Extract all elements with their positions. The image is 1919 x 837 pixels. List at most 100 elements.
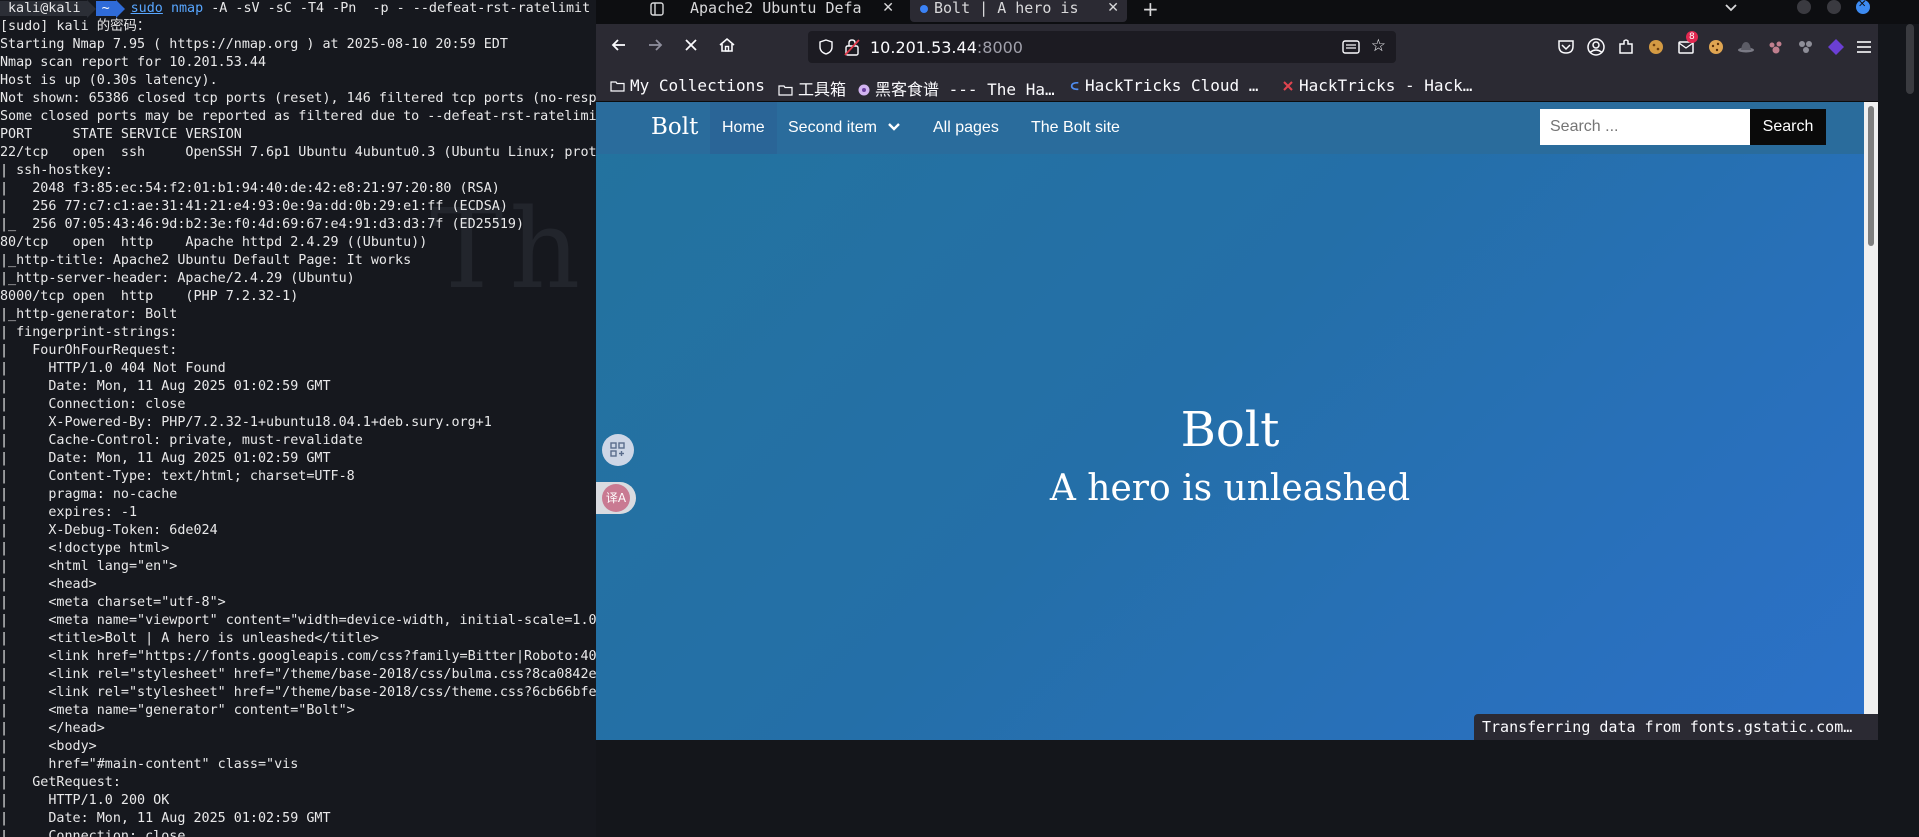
floating-translate-button[interactable]: 译A [596,482,636,514]
terminal-line: |_http-generator: Bolt [0,307,178,322]
home-button[interactable] [716,36,738,58]
pocket-icon[interactable] [1556,37,1576,57]
terminal-line: | GetRequest: [0,775,121,790]
command-args: -A -sV -sC -T4 -Pn -p - --defeat-rst-rat… [211,1,591,16]
tab-title: Bolt | A hero is [934,0,1079,17]
bookmark-hacktricks[interactable]: HackTricks - Hack… [1282,76,1472,95]
translate-icon: 译A [602,484,630,512]
spy-hat-icon[interactable] [1736,37,1756,57]
tab-list-button[interactable] [1724,0,1738,17]
site-navbar: Bolt Home Second item All pages The Bolt… [596,102,1864,154]
page-scrollbar-thumb[interactable] [1868,106,1874,246]
terminal-line: | fingerprint-strings: [0,325,178,340]
browser-navbar: 10.201.53.44:8000 ☆ 8 [596,24,1878,70]
cookie-extension-icon[interactable] [1646,37,1666,57]
terminal-line: | href="#main-content" class="vis [0,757,299,772]
bookmark-label: My Collections [630,76,765,95]
terminal-line: |_ 256 07:05:43:46:9d:b2:3e:f0:4d:69:67:… [0,217,525,232]
terminal-line: | Connection: close [0,397,186,412]
terminal-line: 8000/tcp open http (PHP 7.2.32-1) [0,289,299,304]
window-close-button[interactable] [1856,0,1870,14]
floating-apps-button[interactable] [596,434,636,466]
terminal-line: | Cache-Control: private, must-revalidat… [0,433,363,448]
terminal-line: Nmap scan report for 10.201.53.44 [0,55,267,70]
grid-plus-icon [602,434,634,466]
paw-extension-icon[interactable] [1766,37,1786,57]
cookie-editor-icon[interactable] [1706,37,1726,57]
terminal-line: 22/tcp open ssh OpenSSH 7.6p1 Ubuntu 4ub… [0,145,596,160]
bookmark-label: HackTricks Cloud … [1085,76,1259,95]
reader-view-icon[interactable] [1342,39,1360,55]
terminal-line: | X-Debug-Token: 6de024 [0,523,218,538]
terminal-line: | Date: Mon, 11 Aug 2025 01:02:59 GMT [0,811,331,826]
arrow-left-icon [611,39,625,51]
url-host: 10.201.53.44 [870,38,977,57]
site-search-button[interactable]: Search [1750,109,1826,145]
window-maximize-button[interactable] [1827,0,1841,14]
site-nav-second-item[interactable]: Second item [776,102,913,154]
notification-badge: 8 [1686,31,1698,43]
bookmark-label: 黑客食谱 --- The Ha… [875,80,1055,99]
url-port: :8000 [976,38,1023,57]
terminal-line: 80/tcp open http Apache httpd 2.4.29 ((U… [0,235,428,250]
terminal-line: | Content-Type: text/html; charset=UTF-8 [0,469,355,484]
new-tab-button[interactable]: + [1142,0,1159,21]
insecure-lock-icon[interactable] [844,38,860,56]
outer-scrollbar-thumb[interactable] [1906,24,1914,94]
bookmarks-toolbar: My Collections 工具箱 黑客食谱 --- The Ha… Hack… [596,70,1878,102]
page-scrollbar[interactable] [1864,102,1878,740]
close-icon[interactable]: ✕ [1107,0,1119,16]
terminal-line: | <link rel="stylesheet" href="/theme/ba… [0,667,596,682]
back-button[interactable] [608,36,630,58]
site-nav-bolt-site[interactable]: The Bolt site [1019,102,1132,154]
terminal-line: |_http-title: Apache2 Ubuntu Default Pag… [0,253,412,268]
terminal-line: | 2048 f3:85:ec:54:f2:01:b1:94:40:de:42:… [0,181,500,196]
prompt-dir: ~ [95,1,116,16]
terminal-output: [sudo] kali 的密码： Starting Nmap 7.95 ( htt… [0,18,596,837]
terminal-line: PORT STATE SERVICE VERSION [0,127,242,142]
terminal-line: | <head> [0,577,97,592]
folder-icon [610,81,625,92]
bookmark-toolbox[interactable]: 工具箱 [778,76,846,100]
proxy-extension-icon[interactable] [1826,37,1846,57]
wappalyzer-icon[interactable] [1796,37,1816,57]
loading-favicon-icon [920,4,928,13]
window-minimize-button[interactable] [1797,0,1811,14]
terminal-line: | Date: Mon, 11 Aug 2025 01:02:59 GMT [0,451,331,466]
extensions-icon[interactable] [1616,37,1636,57]
prompt-separator-icon [115,0,125,18]
account-icon[interactable] [1586,37,1606,57]
hero-subtitle: A hero is unleashed [1049,468,1411,509]
url-bar[interactable]: 10.201.53.44:8000 ☆ [808,31,1396,63]
site-nav-all-pages[interactable]: All pages [921,102,1011,154]
menu-icon[interactable] [1854,37,1874,57]
terminal-window[interactable]: Th kali@kali ~ sudo nmap -A -sV -sC -T4 -P… [0,0,596,837]
site-nav-home[interactable]: Home [710,102,777,154]
tab-apache[interactable]: Apache2 Ubuntu Defa ✕ [680,0,902,22]
terminal-line: | <body> [0,739,97,754]
stop-loading-button[interactable] [680,36,702,58]
url-text[interactable]: 10.201.53.44:8000 [870,38,1023,57]
terminal-line: Starting Nmap 7.95 ( https://nmap.org ) … [0,37,508,52]
hacktricks-favicon-icon [1283,81,1293,91]
site-brand-logo[interactable]: Bolt [651,114,698,140]
notification-extension[interactable]: 8 [1676,31,1698,57]
site-search-input[interactable] [1540,109,1750,145]
terminal-line: | pragma: no-cache [0,487,178,502]
bookmark-my-collections[interactable]: My Collections [610,76,765,95]
browser-tab-bar: Apache2 Ubuntu Defa ✕ Bolt | A hero is ✕… [596,0,1919,24]
forward-button[interactable] [644,36,666,58]
close-icon [685,39,697,51]
bookmark-hacker-recipes[interactable]: 黑客食谱 --- The Ha… [858,76,1055,100]
tab-title: Apache2 Ubuntu Defa [690,0,862,17]
sidebar-toggle-button[interactable] [646,0,668,20]
terminal-prompt: kali@kali ~ sudo nmap -A -sV -sC -T4 -Pn -… [0,0,596,18]
close-icon[interactable]: ✕ [882,0,894,16]
tab-bolt-active[interactable]: Bolt | A hero is ✕ [910,0,1127,22]
terminal-line: | <meta name="generator" content="Bolt"> [0,703,355,718]
hero-title: Bolt [1180,402,1280,458]
bookmark-star-icon[interactable]: ☆ [1371,36,1386,56]
bookmark-hacktricks-cloud[interactable]: HackTricks Cloud … [1070,76,1258,95]
shield-icon[interactable] [818,39,834,55]
apps-icon [610,442,625,457]
